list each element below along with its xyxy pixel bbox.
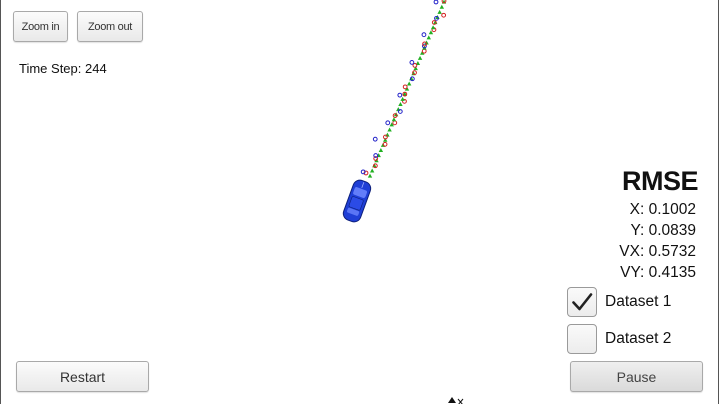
compass-icon bbox=[448, 397, 464, 404]
trajectory-markers bbox=[360, 0, 447, 178]
rmse-title: RMSE bbox=[621, 166, 699, 196]
restart-button[interactable]: Restart bbox=[16, 361, 149, 392]
dataset-1-label: Dataset 1 bbox=[605, 293, 672, 310]
lidar-marker bbox=[441, 12, 447, 18]
estimate-marker bbox=[398, 101, 403, 106]
radar-marker bbox=[433, 0, 439, 5]
zoom-in-button[interactable]: Zoom in bbox=[13, 11, 68, 42]
rmse-vy-value: VY: 0.4135 bbox=[620, 264, 696, 281]
radar-marker bbox=[409, 60, 415, 65]
radar-marker bbox=[397, 109, 403, 114]
estimate-marker bbox=[426, 35, 431, 40]
radar-marker bbox=[385, 120, 391, 126]
zoom-out-button[interactable]: Zoom out bbox=[77, 11, 143, 42]
radar-marker bbox=[421, 32, 427, 38]
estimate-marker bbox=[400, 96, 405, 101]
dataset-1-checkbox[interactable] bbox=[567, 287, 597, 317]
dataset-2-toggle[interactable]: Dataset 2 bbox=[567, 324, 671, 354]
lidar-marker bbox=[402, 84, 408, 90]
time-step-label: Time Step: bbox=[19, 61, 82, 76]
estimate-marker bbox=[378, 148, 384, 153]
estimate-marker bbox=[439, 4, 445, 9]
estimate-marker bbox=[430, 25, 436, 30]
car-icon bbox=[342, 179, 372, 223]
lidar-marker bbox=[421, 48, 427, 54]
rmse-y-value: Y: 0.0839 bbox=[630, 222, 696, 239]
estimate-marker bbox=[369, 168, 375, 173]
time-step-display: Time Step: 244 bbox=[19, 61, 107, 76]
estimate-marker bbox=[387, 127, 392, 132]
lidar-marker bbox=[392, 120, 398, 126]
radar-marker bbox=[372, 136, 378, 142]
estimate-marker bbox=[417, 55, 423, 60]
dataset-2-checkbox[interactable] bbox=[567, 324, 597, 354]
pause-button[interactable]: Pause bbox=[570, 361, 703, 392]
rmse-vx-value: VX: 0.5732 bbox=[619, 243, 696, 260]
time-step-value: 244 bbox=[85, 61, 107, 76]
radar-marker bbox=[397, 92, 403, 98]
estimate-marker bbox=[406, 81, 412, 86]
estimate-marker bbox=[437, 9, 442, 14]
rmse-x-value: X: 0.1002 bbox=[629, 201, 696, 218]
dataset-2-label: Dataset 2 bbox=[605, 330, 672, 347]
checkmark-icon bbox=[572, 293, 593, 311]
estimate-marker bbox=[367, 173, 373, 178]
dataset-1-toggle[interactable]: Dataset 1 bbox=[567, 287, 671, 317]
